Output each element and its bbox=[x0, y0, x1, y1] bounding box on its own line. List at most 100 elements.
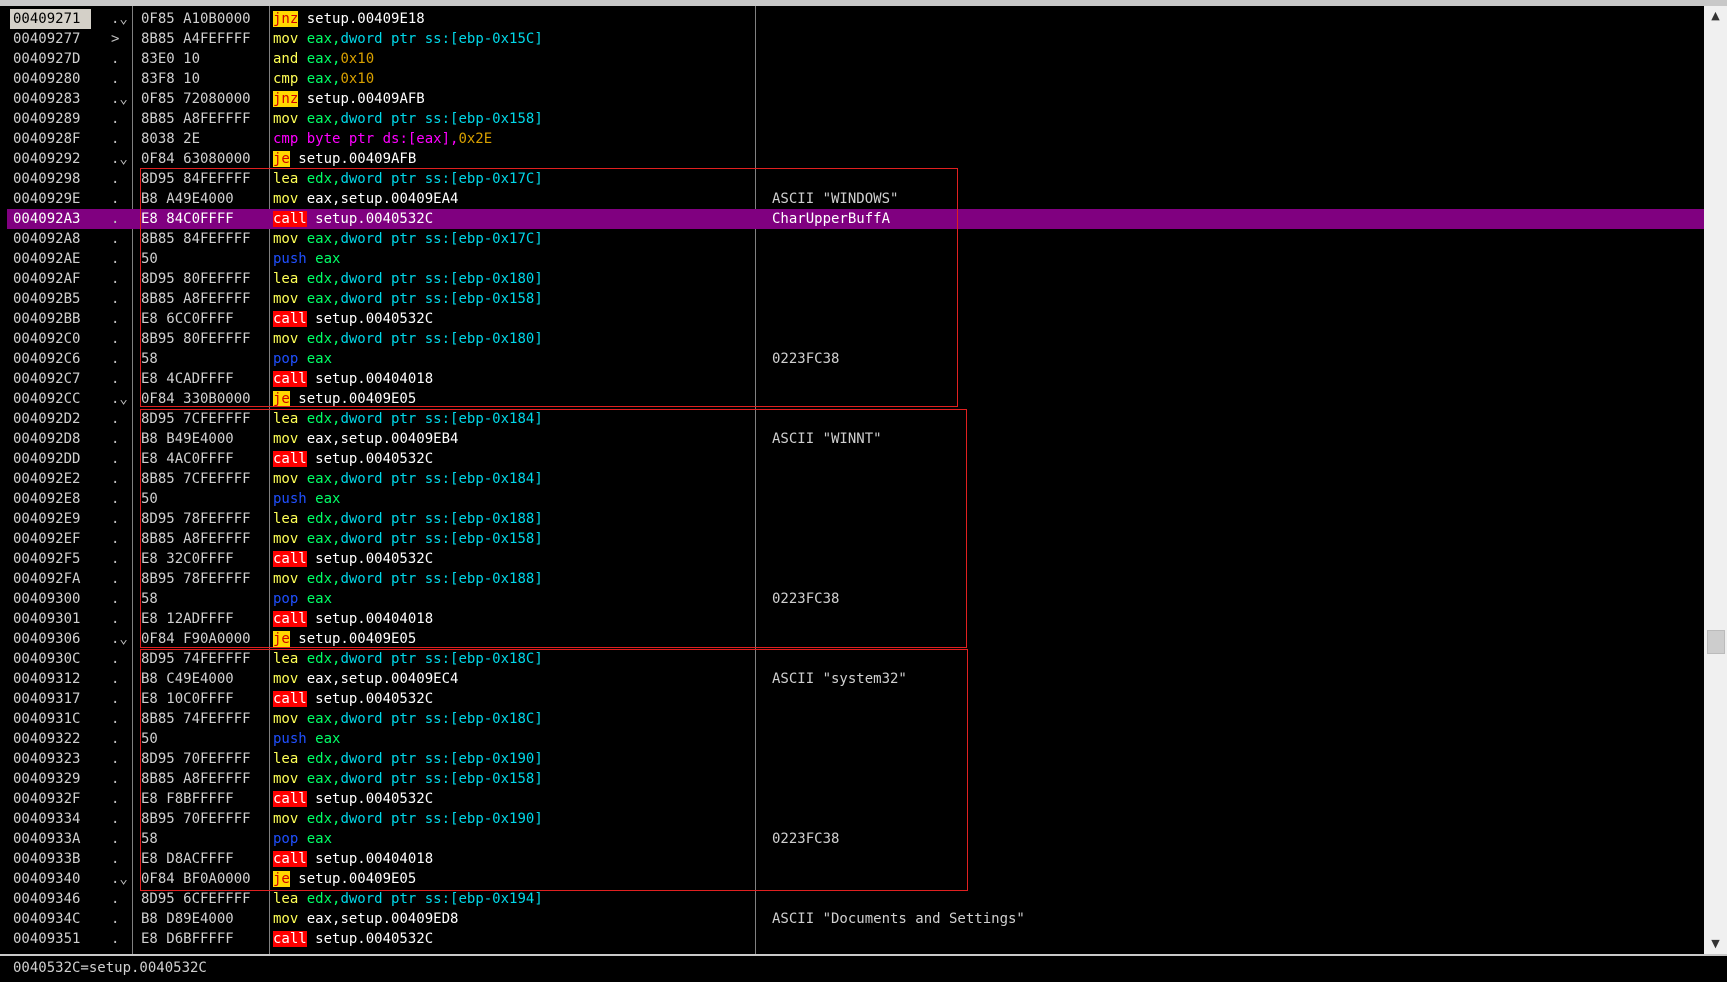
instruction-row[interactable]: 0040928F. 8038 2E cmp byte ptr ds:[eax],0x… bbox=[7, 129, 1704, 149]
instruction-row[interactable]: 004092BB. E8 6CC0FFFF call setup.0040532C bbox=[7, 309, 1704, 329]
instruction-row[interactable]: 00409312. B8 C49E4000 mov eax,setup.00409E… bbox=[7, 669, 1704, 689]
asm-token: setup.00409E05 bbox=[289, 871, 417, 887]
address-cell: 0040931C bbox=[13, 711, 81, 727]
jump-marker: . bbox=[111, 891, 120, 907]
jump-marker: . bbox=[111, 651, 120, 667]
instruction-row[interactable]: 004092AF. 8D95 80FEFFFF lea edx,dword ptr … bbox=[7, 269, 1704, 289]
disassembly-cell: lea edx,dword ptr ss:[ebp-0x18C] bbox=[273, 649, 543, 669]
jump-marker: . bbox=[111, 691, 120, 707]
disassembly-cell: mov eax,setup.00409EC4 bbox=[273, 669, 458, 689]
asm-token: dword ptr ss:[ebp-0x188] bbox=[340, 511, 543, 527]
scroll-up-arrow-icon[interactable]: ▲ bbox=[1704, 6, 1727, 26]
instruction-row[interactable]: 00409306 .⌄ 0F84 F90A0000 je setup.00409E05 bbox=[7, 629, 1704, 649]
instruction-row[interactable]: 004092B5. 8B85 A8FEFFFF mov eax,dword ptr … bbox=[7, 289, 1704, 309]
disassembly-pane[interactable]: 00409271 .⌄ 0F85 A10B0000 jnz setup.00409E1… bbox=[7, 6, 1704, 954]
instruction-row[interactable]: 004092E8. 50 push eax bbox=[7, 489, 1704, 509]
instruction-row[interactable]: 004092C7. E8 4CADFFFF call setup.00404018 bbox=[7, 369, 1704, 389]
instruction-row[interactable]: 00409322. 50 push eax bbox=[7, 729, 1704, 749]
address-cell: 00409289 bbox=[13, 111, 81, 127]
instruction-row[interactable]: 00409277 >8B85 A4FEFFFF mov eax,dword ptr … bbox=[7, 29, 1704, 49]
disassembly-cell: mov eax,dword ptr ss:[ebp-0x15C] bbox=[273, 29, 543, 49]
instruction-row[interactable]: 00409334. 8B95 70FEFFFF mov edx,dword ptr … bbox=[7, 809, 1704, 829]
instruction-row[interactable]: 004092E2. 8B85 7CFEFFFF mov eax,dword ptr … bbox=[7, 469, 1704, 489]
jump-marker: . bbox=[111, 271, 120, 287]
instruction-row[interactable]: 0040932F. E8 F8BFFFFF call setup.0040532C bbox=[7, 789, 1704, 809]
instruction-row[interactable]: 0040927D. 83E0 10 and eax,0x10 bbox=[7, 49, 1704, 69]
instruction-row[interactable]: 00409300. 58 pop eax 0223FC38 bbox=[7, 589, 1704, 609]
asm-token: eax, bbox=[298, 531, 341, 547]
address-cell: 004092D2 bbox=[13, 411, 81, 427]
hex-bytes-cell: 0F84 F90A0000 bbox=[141, 631, 251, 647]
instruction-row[interactable]: 00409280. 83F8 10 cmp eax,0x10 bbox=[7, 69, 1704, 89]
jump-marker: . bbox=[111, 351, 120, 367]
instruction-row[interactable]: 0040931C. 8B85 74FEFFFF mov eax,dword ptr … bbox=[7, 709, 1704, 729]
hex-bytes-cell: 50 bbox=[141, 491, 158, 507]
instruction-row[interactable]: 004092FA. 8B95 78FEFFFF mov edx,dword ptr … bbox=[7, 569, 1704, 589]
jump-marker: . bbox=[111, 931, 120, 947]
instruction-row[interactable]: 004092E9. 8D95 78FEFFFF lea edx,dword ptr … bbox=[7, 509, 1704, 529]
asm-token: eax, bbox=[298, 51, 341, 67]
instruction-row[interactable]: 0040934C. B8 D89E4000 mov eax,setup.00409E… bbox=[7, 909, 1704, 929]
instruction-row[interactable]: 004092AE. 50 push eax bbox=[7, 249, 1704, 269]
instruction-row[interactable]: 00409351. E8 D6BFFFFF call setup.0040532C bbox=[7, 929, 1704, 949]
instruction-row[interactable]: 00409301. E8 12ADFFFF call setup.00404018 bbox=[7, 609, 1704, 629]
asm-token: call bbox=[273, 931, 307, 947]
instruction-row[interactable]: 00409283 .⌄ 0F85 72080000 jnz setup.00409AF… bbox=[7, 89, 1704, 109]
instruction-row[interactable]: 004092CC .⌄ 0F84 330B0000 je setup.00409E05 bbox=[7, 389, 1704, 409]
scroll-thumb[interactable] bbox=[1707, 630, 1725, 654]
instruction-row[interactable]: 004092A8. 8B85 84FEFFFF mov eax,dword ptr … bbox=[7, 229, 1704, 249]
asm-token: mov bbox=[273, 711, 299, 727]
asm-token: call bbox=[273, 211, 307, 227]
instruction-row[interactable]: 0040929E. B8 A49E4000 mov eax,setup.00409E… bbox=[7, 189, 1704, 209]
instruction-row[interactable]: 004092D8. B8 B49E4000 mov eax,setup.00409E… bbox=[7, 429, 1704, 449]
instruction-row[interactable]: 00409271 .⌄ 0F85 A10B0000 jnz setup.00409E1… bbox=[7, 9, 1704, 29]
instruction-row[interactable]: 00409289. 8B85 A8FEFFFF mov eax,dword ptr … bbox=[7, 109, 1704, 129]
instruction-row[interactable]: 0040930C. 8D95 74FEFFFF lea edx,dword ptr … bbox=[7, 649, 1704, 669]
disassembly-cell: call setup.00404018 bbox=[273, 849, 433, 869]
asm-token: setup.00409AFB bbox=[289, 151, 417, 167]
instruction-row[interactable]: 00409317. E8 10C0FFFF call setup.0040532C bbox=[7, 689, 1704, 709]
instruction-row[interactable]: 004092F5. E8 32C0FFFF call setup.0040532C bbox=[7, 549, 1704, 569]
asm-token: setup.00409E05 bbox=[289, 391, 417, 407]
asm-token: edx, bbox=[298, 171, 341, 187]
scroll-down-arrow-icon[interactable]: ▼ bbox=[1704, 934, 1727, 954]
instruction-row[interactable]: 00409340 .⌄ 0F84 BF0A0000 je setup.00409E05 bbox=[7, 869, 1704, 889]
instruction-row[interactable]: 004092EF. 8B85 A8FEFFFF mov eax,dword ptr … bbox=[7, 529, 1704, 549]
jump-marker: > bbox=[111, 31, 120, 47]
asm-token: 0x2E bbox=[458, 131, 493, 147]
instruction-row[interactable]: 00409292 .⌄ 0F84 63080000 je setup.00409AFB bbox=[7, 149, 1704, 169]
instruction-row[interactable]: 004092C0. 8B95 80FEFFFF mov edx,dword ptr … bbox=[7, 329, 1704, 349]
hex-bytes-cell: 8D95 70FEFFFF bbox=[141, 751, 251, 767]
instruction-row[interactable]: 004092A3. E8 84C0FFFF call setup.0040532C C… bbox=[7, 209, 1704, 229]
disassembly-cell: mov eax,setup.00409EB4 bbox=[273, 429, 458, 449]
instruction-row[interactable]: 0040933A. 58 pop eax 0223FC38 bbox=[7, 829, 1704, 849]
asm-token: push bbox=[273, 491, 307, 507]
asm-token: eax, bbox=[298, 31, 341, 47]
hex-bytes-cell: E8 D8ACFFFF bbox=[141, 851, 234, 867]
address-cell: 00409346 bbox=[13, 891, 81, 907]
asm-token: eax,setup.00409EB4 bbox=[298, 431, 459, 447]
jump-marker: . bbox=[111, 411, 120, 427]
instruction-row[interactable]: 00409329. 8B85 A8FEFFFF mov eax,dword ptr … bbox=[7, 769, 1704, 789]
jump-marker: . bbox=[111, 511, 120, 527]
status-bar: 0040532C=setup.0040532C bbox=[0, 954, 1727, 982]
instruction-row[interactable]: 0040933B. E8 D8ACFFFF call setup.00404018 bbox=[7, 849, 1704, 869]
asm-token: setup.0040532C bbox=[306, 451, 434, 467]
comment-cell: CharUpperBuffA bbox=[772, 211, 891, 227]
asm-token: setup.0040532C bbox=[306, 931, 434, 947]
asm-token: and bbox=[273, 51, 299, 67]
disassembly-cell: mov eax,dword ptr ss:[ebp-0x17C] bbox=[273, 229, 543, 249]
asm-token: mov bbox=[273, 431, 299, 447]
instruction-row[interactable]: 004092D2. 8D95 7CFEFFFF lea edx,dword ptr … bbox=[7, 409, 1704, 429]
vertical-scrollbar[interactable]: ▲ ▼ bbox=[1704, 6, 1727, 954]
disassembly-cell: mov eax,dword ptr ss:[ebp-0x158] bbox=[273, 109, 543, 129]
asm-token: dword ptr ss:[ebp-0x158] bbox=[340, 111, 543, 127]
disassembly-cell: lea edx,dword ptr ss:[ebp-0x17C] bbox=[273, 169, 543, 189]
instruction-row[interactable]: 00409323. 8D95 70FEFFFF lea edx,dword ptr … bbox=[7, 749, 1704, 769]
instruction-row[interactable]: 00409298. 8D95 84FEFFFF lea edx,dword ptr … bbox=[7, 169, 1704, 189]
instruction-row[interactable]: 00409346. 8D95 6CFEFFFF lea edx,dword ptr … bbox=[7, 889, 1704, 909]
instruction-row[interactable]: 004092C6. 58 pop eax 0223FC38 bbox=[7, 349, 1704, 369]
instruction-row[interactable]: 004092DD. E8 4AC0FFFF call setup.0040532C bbox=[7, 449, 1704, 469]
hex-bytes-cell: 58 bbox=[141, 351, 158, 367]
hex-bytes-cell: 8B85 84FEFFFF bbox=[141, 231, 251, 247]
